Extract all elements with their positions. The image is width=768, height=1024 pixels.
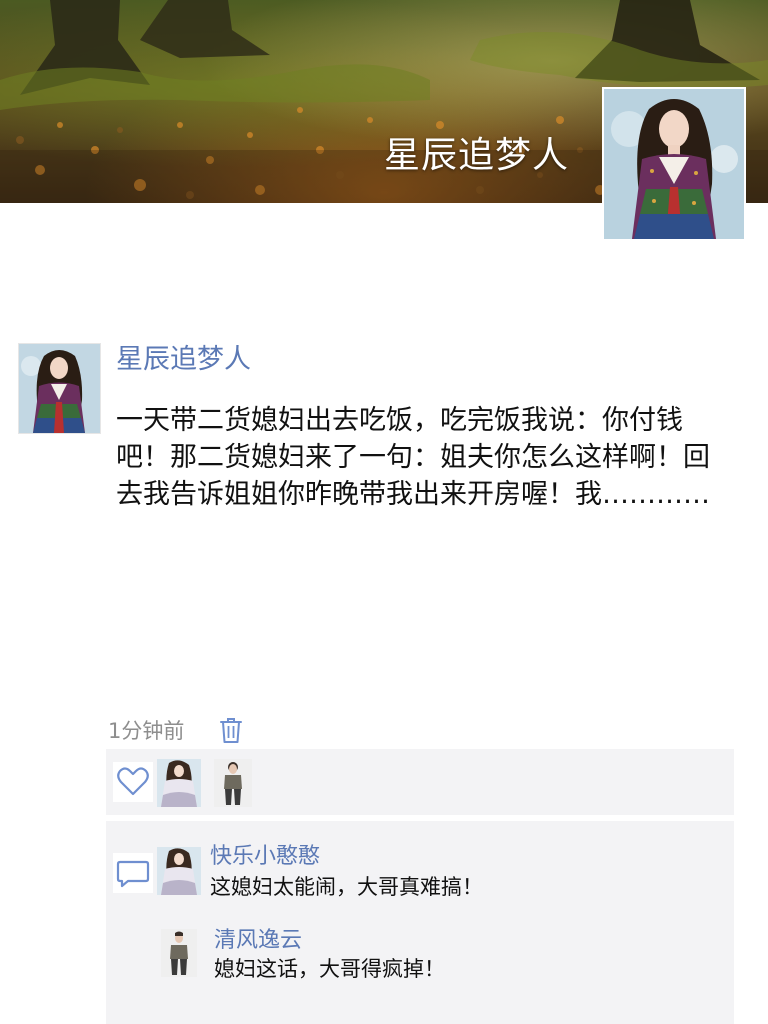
post-content: 一天带二货媳妇出去吃饭，吃完饭我说：你付钱吧！那二货媳妇来了一句：姐夫你怎么这样… bbox=[116, 405, 710, 510]
comment-avatar[interactable] bbox=[161, 929, 197, 977]
cover-username: 星辰追梦人 bbox=[384, 135, 570, 176]
heart-icon[interactable] bbox=[113, 762, 153, 802]
avatar-portrait-image bbox=[604, 89, 744, 239]
post-timestamp: 1分钟前 bbox=[108, 719, 185, 743]
comment-author[interactable]: 快乐小憨憨 bbox=[210, 843, 320, 871]
profile-avatar[interactable] bbox=[602, 87, 746, 241]
like-avatar-girl[interactable] bbox=[157, 759, 201, 807]
comment-text: 这媳妇太能闹，大哥真难搞！ bbox=[210, 875, 483, 899]
comment-author[interactable]: 清风逸云 bbox=[214, 927, 302, 955]
comment-text: 媳妇这话，大哥得疯掉！ bbox=[214, 957, 445, 981]
post-author-avatar[interactable] bbox=[18, 343, 101, 434]
like-avatar-man[interactable] bbox=[214, 759, 252, 807]
trash-icon[interactable] bbox=[219, 716, 243, 744]
comment-avatar[interactable] bbox=[157, 847, 201, 895]
post-avatar-image bbox=[19, 344, 100, 433]
comment-icon[interactable] bbox=[113, 853, 153, 893]
post-author-name[interactable]: 星辰追梦人 bbox=[116, 342, 251, 378]
